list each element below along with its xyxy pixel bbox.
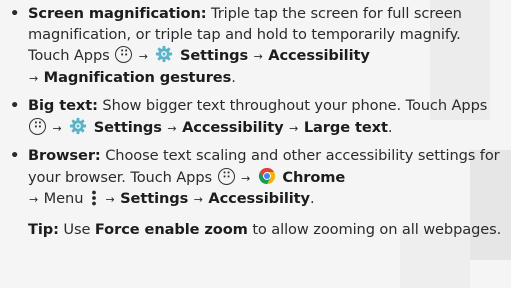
- path-settings: Settings: [179, 47, 249, 64]
- list-item-big-text: • Big text: Show bigger text throughout …: [8, 96, 504, 139]
- list-item-browser: • Browser: Choose text scaling and other…: [8, 146, 504, 211]
- path-settings: Settings: [120, 190, 189, 207]
- item-text: Show bigger text throughout your phone. …: [102, 97, 488, 114]
- list-item-screen-magnification: • Screen magnification: Triple tap the s…: [8, 4, 504, 89]
- item-title: Big text:: [28, 97, 98, 114]
- chrome-icon: [258, 167, 275, 184]
- period: .: [309, 190, 315, 207]
- arrow: →: [193, 193, 203, 206]
- apps-icon: [217, 166, 235, 186]
- tip-setting-name: Force enable zoom: [94, 220, 248, 238]
- path-magnification-gestures: Magnification gestures: [43, 68, 232, 86]
- tip-note: Tip: Use Force enable zoom to allow zoom…: [8, 220, 504, 241]
- bullet: •: [10, 97, 20, 114]
- path-accessibility: Accessibility: [208, 190, 310, 207]
- tip-text-end: to allow zooming on all webpages.: [252, 220, 502, 238]
- tip-label: Tip:: [28, 220, 59, 238]
- item-title: Browser:: [28, 147, 101, 164]
- path-large-text: Large text: [303, 118, 388, 136]
- tip-text: Use: [63, 220, 91, 238]
- apps-icon: [29, 116, 46, 136]
- apps-icon: [115, 44, 133, 65]
- settings-gear-icon: [156, 45, 173, 63]
- arrow: →: [241, 171, 251, 185]
- arrow: →: [52, 121, 62, 135]
- menu-label: Menu: [43, 190, 84, 207]
- path-accessibility: Accessibility: [268, 47, 370, 64]
- period: .: [387, 118, 393, 136]
- arrow: →: [289, 121, 299, 135]
- period: .: [231, 68, 236, 86]
- arrow: →: [29, 71, 39, 85]
- path-accessibility: Accessibility: [182, 118, 284, 136]
- bullet: •: [10, 5, 20, 22]
- arrow: →: [253, 50, 263, 63]
- settings-gear-icon: [70, 117, 87, 134]
- path-settings: Settings: [93, 118, 162, 136]
- accessibility-instructions: • Screen magnification: Triple tap the s…: [8, 4, 504, 240]
- menu-dots-icon: [91, 190, 96, 206]
- arrow: →: [105, 193, 115, 206]
- arrow: →: [29, 193, 39, 206]
- arrow: →: [167, 121, 177, 135]
- arrow: →: [138, 50, 148, 63]
- bullet: •: [10, 147, 20, 164]
- item-title: Screen magnification:: [28, 5, 207, 22]
- chrome-label: Chrome: [282, 168, 346, 186]
